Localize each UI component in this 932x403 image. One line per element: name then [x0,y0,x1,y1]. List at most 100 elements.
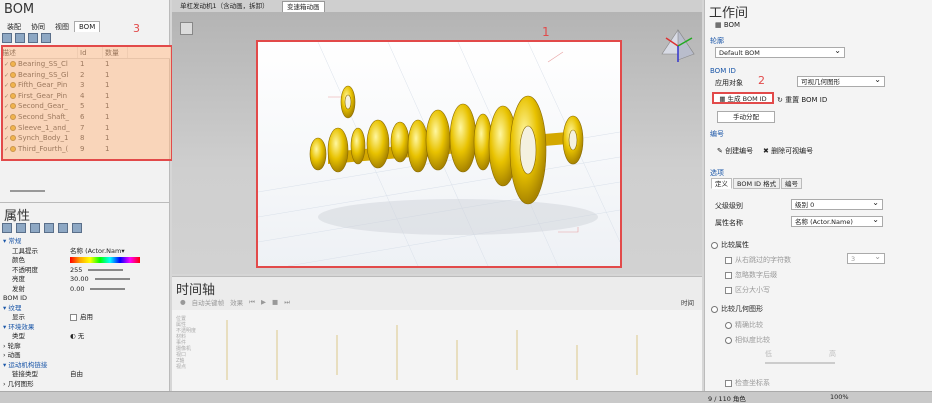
parent-level-dropdown[interactable]: 级别 0 [791,198,883,210]
section-mech[interactable]: ▾ 运动机构链接 [0,361,170,371]
check-icon[interactable]: ✓ [4,145,9,155]
section-anim[interactable]: › 动画 [0,351,170,361]
table-row[interactable]: ✓ Bearing_SS_Cl 1 1 [0,59,170,70]
table-row[interactable]: ✓ Synch_Body_1 8 1 [0,133,170,144]
3d-viewport[interactable]: 1 [172,12,702,274]
prop-emissive-value[interactable]: 0.00 [70,285,84,293]
viewport-tool-icon[interactable] [180,22,193,35]
prop-type-value[interactable]: ◐ 无 [70,332,170,342]
zoom-level[interactable]: 100% [830,393,849,401]
play-icon[interactable]: ▶ [261,298,266,306]
bom-tool-icon-1[interactable] [2,33,12,43]
prop-name-label: 属性名称 [715,219,743,227]
check-icon[interactable]: ✓ [4,102,9,112]
case-sensitive-checkbox[interactable]: 区分大小写 [725,285,770,295]
exact-compare-radio[interactable]: 精确比较 [725,320,763,330]
tab-number[interactable]: 编号 [781,178,802,189]
stop-icon[interactable]: ■ [272,298,278,306]
skip-chars-checkbox[interactable]: 从右跳过的字符数 [725,255,791,265]
apply-to-dropdown[interactable]: 可视几何图形 [797,75,885,87]
color-picker[interactable] [70,257,140,263]
skip-start-icon[interactable]: ⏮ [249,298,255,307]
check-coords-checkbox[interactable]: 检查坐标系 [725,378,770,388]
col-header-qty[interactable]: 数量 [103,47,128,58]
prop-name-dropdown[interactable]: 名称 (Actor.Name) [791,215,883,227]
time-dropdown[interactable]: 时间 [681,297,694,307]
prop-link-type-value[interactable]: 自由 [70,370,170,380]
check-icon[interactable]: ✓ [4,124,9,134]
doc-tab-gearbox[interactable]: 变速箱动画 [282,1,325,12]
bom-tool-icon-4[interactable] [41,33,51,43]
table-row[interactable]: ✓ Bearing_SS_Gl 2 1 [0,70,170,81]
tab-bom[interactable]: BOM [74,21,101,32]
prop-brightness-value[interactable]: 30.00 [70,275,89,283]
timeline-area[interactable]: 位置 属性 不透明度 材料 事件 摄像机 视口 Z轴 视点 [172,310,702,392]
check-icon[interactable]: ✓ [4,71,9,81]
gear-icon [10,92,17,99]
opacity-slider[interactable] [88,268,124,271]
display-checkbox[interactable] [70,313,77,321]
similarity-compare-radio[interactable]: 相似度比较 [725,335,770,345]
workspace-title: 工作间 [709,6,749,21]
timeline-track-marks [226,320,638,380]
prop-tool-icon-4[interactable] [44,223,54,233]
prop-tooltip-value[interactable]: 名称 (Actor.Nam▾ [70,247,170,257]
doc-tab-engine[interactable]: 单杠发动机1（含动画，拆卸） [176,1,273,12]
prop-tool-icon-3[interactable] [30,223,40,233]
default-bom-dropdown[interactable]: Default BOM [715,46,845,58]
workspace-bom-item[interactable]: ▦ BOM [715,21,740,29]
nav-cube-icon[interactable] [660,28,696,64]
tab-define[interactable]: 定义 [711,178,732,189]
compare-props-radio[interactable]: 比较属性 [711,240,749,250]
prop-opacity-value[interactable]: 255 [70,266,82,274]
tab-assembly[interactable]: 装配 [2,20,26,34]
section-general[interactable]: ▾ 常规 [0,237,170,247]
generate-bomid-button[interactable]: ▦ 生成 BOM ID [712,92,774,104]
effects-button[interactable]: 效果 [230,297,243,307]
section-env[interactable]: ▾ 环境效果 [0,323,170,333]
bom-scrollbar[interactable] [10,190,45,192]
table-row[interactable]: ✓ Second_Shaft_ 6 1 [0,112,170,123]
prop-color-key: 颜色 [12,256,25,264]
create-number-button[interactable]: ✎ 创建编号 [717,146,753,156]
prop-tool-icon-1[interactable] [2,223,12,233]
section-texture[interactable]: ▾ 纹理 [0,304,170,314]
section-outline[interactable]: › 轮廓 [0,342,170,352]
auto-key-button[interactable]: 自动关键帧 [192,297,225,307]
col-header-desc[interactable]: 描述 [0,47,78,58]
ignore-digits-checkbox[interactable]: 忽略数字后缀 [725,270,777,280]
compare-geom-radio[interactable]: 比较几何图形 [711,304,763,314]
emissive-slider[interactable] [90,287,126,290]
tab-collab[interactable]: 协同 [26,20,50,34]
record-icon[interactable]: ● [180,298,186,306]
reset-bomid-button[interactable]: ↻ 重置 BOM ID [777,95,827,105]
section-geom[interactable]: › 几何图形 [0,380,170,390]
col-header-id[interactable]: Id [78,47,103,58]
table-row[interactable]: ✓ Second_Gear_ 5 1 [0,101,170,112]
similarity-slider[interactable] [765,362,835,364]
table-row[interactable]: ✓ Sleeve_1_and_ 7 1 [0,123,170,134]
brightness-slider[interactable] [94,278,130,280]
skip-end-icon[interactable]: ⏭ [284,298,290,307]
manual-assign-button[interactable]: 手动分配 [717,111,775,123]
tab-bomid-format[interactable]: BOM ID 格式 [733,178,781,189]
tab-view[interactable]: 视图 [50,20,74,34]
bom-id-cell: 5 [80,102,85,111]
gear-icon [10,103,17,110]
skip-chars-stepper[interactable]: 3 [847,252,885,264]
check-icon[interactable]: ✓ [4,92,9,102]
check-icon[interactable]: ✓ [4,113,9,123]
table-row[interactable]: ✓ Fifth_Gear_Pin 3 1 [0,80,170,91]
table-row[interactable]: ✓ First_Gear_Pin 4 1 [0,91,170,102]
bom-tool-icon-2[interactable] [15,33,25,43]
check-icon[interactable]: ✓ [4,81,9,91]
apply-to-label: 应用对象 [715,79,743,87]
delete-visible-number-button[interactable]: ✖ 删除可视编号 [763,146,813,156]
bom-tool-icon-3[interactable] [28,33,38,43]
check-icon[interactable]: ✓ [4,60,9,70]
table-row[interactable]: ✓ Third_Fourth_(9 1 [0,144,170,155]
prop-tool-icon-6[interactable] [72,223,82,233]
prop-tool-icon-5[interactable] [58,223,68,233]
check-icon[interactable]: ✓ [4,134,9,144]
prop-tool-icon-2[interactable] [16,223,26,233]
